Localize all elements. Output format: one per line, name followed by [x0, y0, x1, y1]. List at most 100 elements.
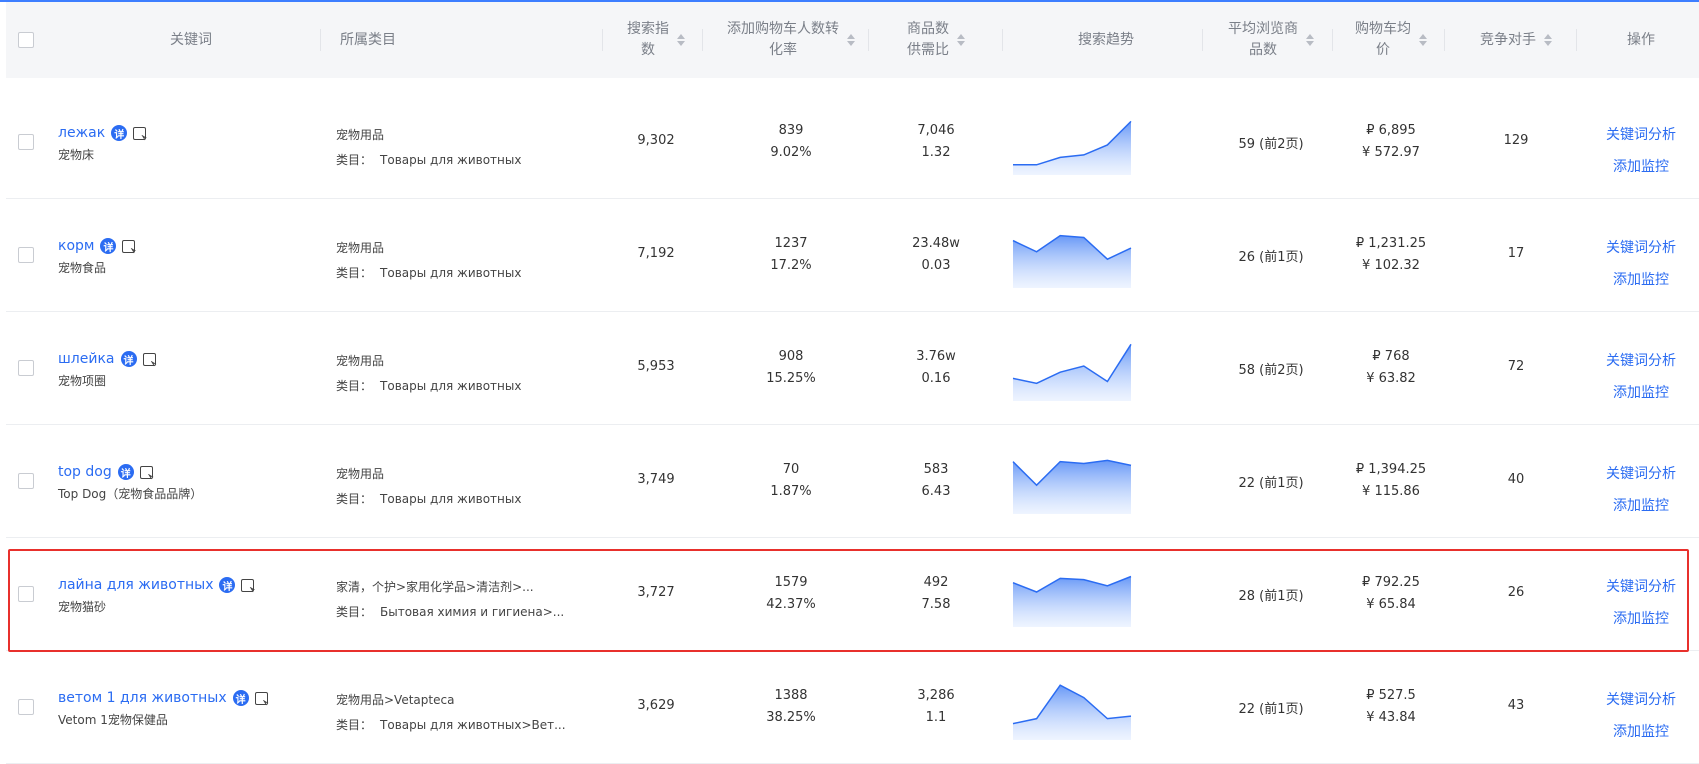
- row-checkbox[interactable]: [18, 134, 34, 150]
- header-avg-browse[interactable]: 平均浏览商 品数: [1206, 2, 1336, 78]
- supply-demand-cell: 583 6.43: [876, 459, 996, 503]
- open-external-icon[interactable]: [122, 239, 136, 253]
- cart-price-cell: ₽ 1,231.25 ¥ 102.32: [1336, 233, 1446, 277]
- row-checkbox[interactable]: [18, 699, 34, 715]
- open-external-icon[interactable]: [133, 126, 147, 140]
- header-cart-conversion[interactable]: 添加购物车人数转 化率: [706, 2, 876, 78]
- trend-area: [1013, 460, 1131, 514]
- sort-icon[interactable]: [1419, 34, 1427, 46]
- detail-icon[interactable]: 详: [120, 351, 137, 367]
- keyword-link[interactable]: top dog: [58, 464, 112, 480]
- header-trend: 搜索趋势: [1078, 31, 1134, 48]
- detail-icon[interactable]: 详: [100, 238, 117, 254]
- price-rub: ₽ 768: [1372, 349, 1410, 364]
- supply-count: 583: [923, 462, 949, 477]
- table-row: ветом 1 для животных 详 Vetom 1宠物保健品 宠物用品…: [6, 651, 1699, 764]
- category-ru-value: Бытовая химия и гигиена>...: [380, 605, 565, 619]
- open-external-icon[interactable]: [139, 465, 153, 479]
- category-ru: 类目： Товары для животных: [336, 151, 521, 168]
- keyword-link[interactable]: корм: [58, 238, 94, 254]
- select-all-checkbox[interactable]: [18, 32, 34, 48]
- keyword-cell: лайна для животных 详: [58, 577, 255, 593]
- header-supply-demand-label: 商品数 供需比: [907, 21, 949, 58]
- keyword-link[interactable]: лежак: [58, 125, 105, 141]
- keyword-translation: Top Dog（宠物食品品牌）: [58, 487, 203, 501]
- trend-sparkline: [1012, 684, 1132, 740]
- price-rub: ₽ 6,895: [1366, 123, 1416, 138]
- header-avg-browse-label: 平均浏览商 品数: [1228, 21, 1298, 58]
- header-divider: [1444, 29, 1445, 51]
- open-external-icon[interactable]: [142, 352, 156, 366]
- add-monitor-link[interactable]: 添加监控: [1596, 716, 1686, 748]
- add-monitor-link[interactable]: 添加监控: [1596, 264, 1686, 296]
- row-checkbox[interactable]: [18, 586, 34, 602]
- supply-ratio: 1.32: [921, 145, 951, 160]
- detail-icon[interactable]: 详: [219, 577, 236, 593]
- sort-icon[interactable]: [1306, 34, 1314, 46]
- supply-count: 3.76w: [916, 349, 956, 364]
- header-actions: 操作: [1627, 31, 1655, 48]
- sort-icon[interactable]: [847, 34, 855, 46]
- price-rub: ₽ 792.25: [1362, 575, 1420, 590]
- table-row: лайна для животных 详 宠物猫砂 家清，个护>家用化学品>清洁…: [6, 538, 1699, 651]
- cart-rate: 9.02%: [770, 145, 812, 160]
- price-cny: ¥ 43.84: [1366, 710, 1416, 725]
- avg-browse-value: 59 (前2页): [1238, 137, 1304, 152]
- header-keyword: 关键词: [170, 31, 212, 48]
- category-label: 类目：: [336, 379, 373, 393]
- avg-browse-value: 58 (前2页): [1238, 363, 1304, 378]
- category-label: 类目：: [336, 492, 373, 506]
- keyword-analysis-link[interactable]: 关键词分析: [1596, 345, 1686, 377]
- keyword-translation: 宠物床: [58, 148, 95, 162]
- avg-browse-value: 22 (前1页): [1238, 476, 1304, 491]
- open-external-icon[interactable]: [254, 691, 268, 705]
- cart-conversion-cell: 1388 38.25%: [706, 685, 876, 729]
- sort-icon[interactable]: [1544, 34, 1552, 46]
- row-checkbox[interactable]: [18, 360, 34, 376]
- header-competitors[interactable]: 竞争对手: [1451, 2, 1581, 78]
- category-path: 家清，个护>家用化学品>清洁剂>...: [336, 580, 534, 594]
- keyword-link[interactable]: ветом 1 для животных: [58, 690, 227, 706]
- price-cny: ¥ 572.97: [1362, 145, 1420, 160]
- add-monitor-link[interactable]: 添加监控: [1596, 490, 1686, 522]
- supply-demand-cell: 7,046 1.32: [876, 120, 996, 164]
- supply-ratio: 7.58: [921, 597, 951, 612]
- supply-count: 23.48w: [912, 236, 960, 251]
- keyword-analysis-link[interactable]: 关键词分析: [1596, 232, 1686, 264]
- cart-price-cell: ₽ 6,895 ¥ 572.97: [1336, 120, 1446, 164]
- keyword-analysis-link[interactable]: 关键词分析: [1596, 119, 1686, 151]
- keyword-link[interactable]: шлейка: [58, 351, 115, 367]
- detail-icon[interactable]: 详: [111, 125, 128, 141]
- cart-price-cell: ₽ 792.25 ¥ 65.84: [1336, 572, 1446, 616]
- header-search-index[interactable]: 搜索指 数: [606, 2, 706, 78]
- add-monitor-link[interactable]: 添加监控: [1596, 151, 1686, 183]
- keyword-analysis-link[interactable]: 关键词分析: [1596, 458, 1686, 490]
- keyword-analysis-link[interactable]: 关键词分析: [1596, 684, 1686, 716]
- sort-icon[interactable]: [677, 34, 685, 46]
- add-monitor-link[interactable]: 添加监控: [1596, 603, 1686, 635]
- header-cart-conversion-label: 添加购物车人数转 化率: [727, 21, 839, 58]
- header-divider: [1202, 29, 1203, 51]
- sort-icon[interactable]: [957, 34, 965, 46]
- detail-icon[interactable]: 详: [232, 690, 249, 706]
- keyword-analysis-link[interactable]: 关键词分析: [1596, 571, 1686, 603]
- keyword-cell: лежак 详: [58, 125, 147, 141]
- supply-ratio: 1.1: [925, 710, 947, 725]
- search-index-value: 3,727: [637, 585, 675, 600]
- header-cart-price[interactable]: 购物车均 价: [1336, 2, 1446, 78]
- supply-ratio: 0.16: [921, 371, 951, 386]
- keyword-link[interactable]: лайна для животных: [58, 577, 213, 593]
- detail-icon[interactable]: 详: [117, 464, 134, 480]
- open-external-icon[interactable]: [241, 578, 255, 592]
- category-ru: 类目： Товары для животных: [336, 490, 521, 507]
- category-ru: 类目： Товары для животных>Вет...: [336, 716, 566, 733]
- supply-demand-cell: 3,286 1.1: [876, 685, 996, 729]
- cart-conversion-cell: 1237 17.2%: [706, 233, 876, 277]
- price-rub: ₽ 1,394.25: [1355, 462, 1427, 477]
- add-monitor-link[interactable]: 添加监控: [1596, 377, 1686, 409]
- supply-ratio: 6.43: [921, 484, 951, 499]
- row-checkbox[interactable]: [18, 247, 34, 263]
- header-supply-demand[interactable]: 商品数 供需比: [876, 2, 996, 78]
- trend-sparkline: [1012, 459, 1132, 514]
- row-checkbox[interactable]: [18, 473, 34, 489]
